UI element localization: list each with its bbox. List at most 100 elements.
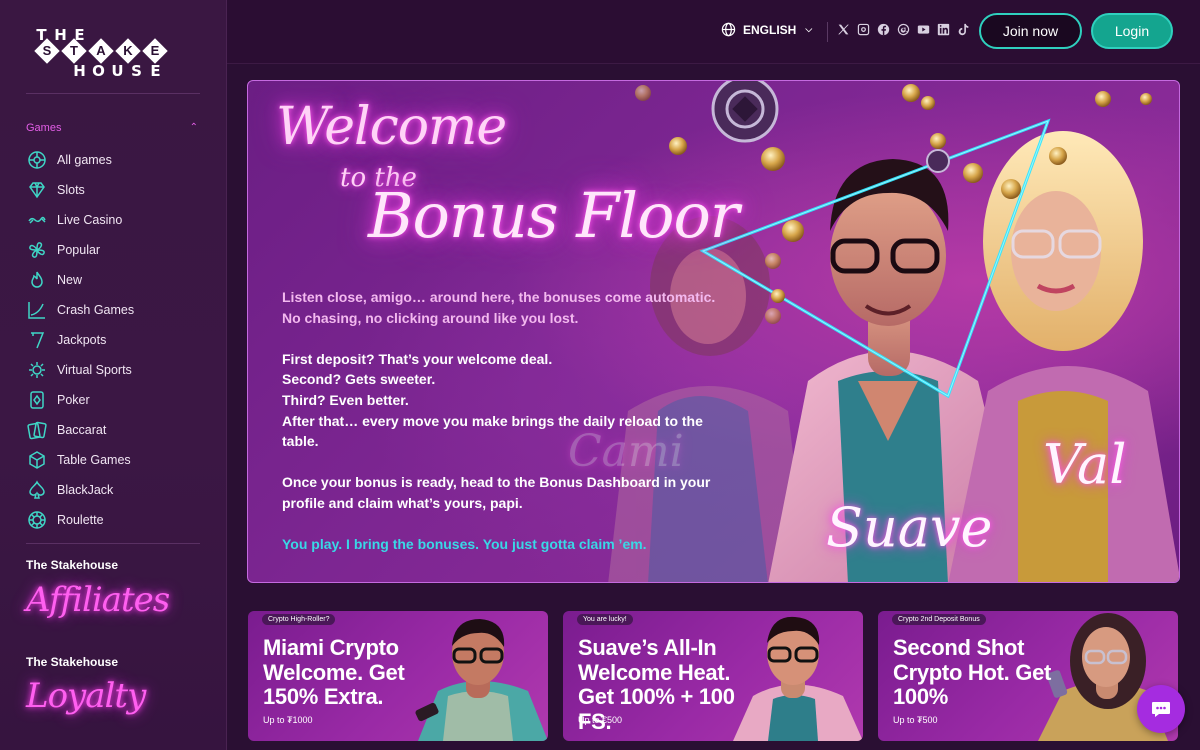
sidebar-item-roulette[interactable]: Roulette bbox=[26, 505, 206, 535]
sidebar-item-live-casino[interactable]: Live Casino bbox=[26, 205, 206, 235]
sidebar-item-label: New bbox=[57, 273, 83, 287]
promo-subtext: Up to ₮1000 bbox=[263, 715, 313, 725]
sidebar-item-jackpots[interactable]: Jackpots bbox=[26, 325, 206, 355]
hero-line: First deposit? That’s your welcome deal. bbox=[282, 350, 553, 367]
hero-line: No chasing, no clicking around like you … bbox=[282, 309, 579, 326]
sidebar-item-label: Jackpots bbox=[57, 333, 107, 347]
sidebar-item-new[interactable]: New bbox=[26, 265, 206, 295]
promo-tag: You are lucky! bbox=[577, 614, 633, 625]
instagram-icon[interactable] bbox=[857, 23, 870, 36]
sidebar-item-label: Poker bbox=[57, 393, 90, 407]
flame-icon bbox=[26, 270, 47, 291]
logo-diamond: K bbox=[115, 38, 141, 64]
join-now-button[interactable]: Join now bbox=[979, 13, 1082, 49]
sidebar-item-all-games[interactable]: All games bbox=[26, 145, 206, 175]
promo-tag: Crypto 2nd Deposit Bonus bbox=[892, 614, 986, 625]
promo-card-suave-all-in[interactable]: You are lucky! Suave’s All-In Welcome He… bbox=[563, 611, 863, 741]
sidebar-divider bbox=[26, 93, 200, 94]
sidebar-item-poker[interactable]: Poker bbox=[26, 385, 206, 415]
signature-val: Val bbox=[1043, 433, 1127, 496]
hero-line: Listen close, amigo… around here, the bo… bbox=[282, 289, 716, 305]
sidebar: T H E S T A K E H O U S E Games ⌃ All ga… bbox=[0, 0, 227, 750]
promo-headline: Miami Crypto Welcome. Get 150% Extra. bbox=[263, 635, 405, 709]
logo-diamond: A bbox=[88, 38, 114, 64]
language-label: ENGLISH bbox=[743, 22, 797, 37]
logo-letter: E bbox=[150, 62, 161, 80]
bonus-floor-hero: Welcome to the Bonus Floor Listen close,… bbox=[247, 80, 1180, 583]
crash-chart-icon bbox=[26, 300, 47, 321]
stakehouse-logo[interactable]: T H E S T A K E H O U S E bbox=[30, 26, 185, 82]
sidebar-item-label: Roulette bbox=[57, 513, 104, 527]
chevron-up-icon: ⌃ bbox=[189, 122, 198, 133]
sidebar-item-blackjack[interactable]: BlackJack bbox=[26, 475, 206, 505]
spade-icon bbox=[26, 480, 47, 501]
promo-cards: Crypto High-Roller? Miami Crypto Welcome… bbox=[248, 611, 1180, 741]
all-games-icon bbox=[26, 150, 47, 171]
globe-icon bbox=[721, 22, 736, 37]
affiliates-link[interactable]: Affiliates bbox=[26, 580, 170, 620]
sidebar-item-baccarat[interactable]: Baccarat bbox=[26, 415, 206, 445]
sidebar-item-label: Slots bbox=[57, 183, 85, 197]
loyalty-link[interactable]: Loyalty bbox=[26, 676, 146, 716]
chevron-down-icon: ⌵ bbox=[805, 24, 813, 34]
promo-card-second-shot[interactable]: Crypto 2nd Deposit Bonus Second Shot Cry… bbox=[878, 611, 1178, 741]
hero-title-bonus-floor: Bonus Floor bbox=[368, 179, 739, 252]
promo-tag: Crypto High-Roller? bbox=[262, 614, 336, 625]
signature-cami: Cami bbox=[568, 426, 684, 477]
sidebar-item-label: BlackJack bbox=[57, 483, 114, 497]
sidebar-item-label: All games bbox=[57, 153, 112, 167]
games-section-toggle[interactable]: Games ⌃ bbox=[26, 122, 198, 134]
logo-letter: H bbox=[73, 62, 86, 80]
youtube-icon[interactable] bbox=[917, 23, 930, 36]
sidebar-item-slots[interactable]: Slots bbox=[26, 175, 206, 205]
sidebar-item-label: Table Games bbox=[57, 453, 131, 467]
diamond-icon bbox=[26, 180, 47, 201]
sidebar-item-popular[interactable]: Popular bbox=[26, 235, 206, 265]
sidebar-item-label: Popular bbox=[57, 243, 101, 257]
logo-diamond: T bbox=[61, 38, 87, 64]
chat-bubble-icon bbox=[1152, 702, 1170, 717]
signature-suave: Suave bbox=[826, 496, 993, 559]
promo-subtext: Up to ₮500 bbox=[893, 715, 938, 725]
seven-icon bbox=[26, 330, 47, 351]
promo-headline: Second Shot Crypto Hot. Get 100% bbox=[893, 635, 1052, 709]
logo-diamonds: S T A K E bbox=[34, 38, 168, 64]
sidebar-item-label: Live Casino bbox=[57, 213, 123, 227]
hero-line: Once your bonus is ready, head to the Bo… bbox=[282, 474, 711, 511]
sidebar-divider bbox=[26, 543, 200, 544]
facebook-icon[interactable] bbox=[877, 23, 890, 36]
tiktok-icon[interactable] bbox=[957, 23, 970, 36]
games-section-title: Games bbox=[26, 122, 62, 134]
sidebar-item-label: Baccarat bbox=[57, 423, 107, 437]
hero-closing-line: You play. I bring the bonuses. You just … bbox=[282, 536, 647, 553]
hero-line: Third? Even better. bbox=[282, 391, 409, 408]
promo-card-miami-crypto[interactable]: Crypto High-Roller? Miami Crypto Welcome… bbox=[248, 611, 548, 741]
x-icon[interactable] bbox=[837, 23, 850, 36]
cards-icon bbox=[26, 420, 47, 441]
hero-line: Second? Gets sweeter. bbox=[282, 371, 436, 388]
games-nav: All games Slots Live Casino Popular New bbox=[26, 145, 206, 535]
live-chat-button[interactable] bbox=[1137, 685, 1185, 733]
poker-card-icon bbox=[26, 390, 47, 411]
live-casino-icon bbox=[26, 210, 47, 231]
popular-icon bbox=[26, 240, 47, 261]
sidebar-item-crash-games[interactable]: Crash Games bbox=[26, 295, 206, 325]
language-selector[interactable]: ENGLISH ⌵ bbox=[721, 22, 812, 37]
dice-icon bbox=[26, 450, 47, 471]
linkedin-icon[interactable] bbox=[937, 23, 950, 36]
login-button[interactable]: Login bbox=[1091, 13, 1173, 49]
hero-message: Listen close, amigo… around here, the bo… bbox=[282, 287, 722, 555]
sidebar-item-label: Crash Games bbox=[57, 303, 135, 317]
affiliates-title: The Stakehouse bbox=[26, 558, 119, 572]
promo-subtext: Up to €500 bbox=[578, 715, 623, 725]
hero-title-welcome: Welcome bbox=[276, 97, 507, 157]
logo-letter: O bbox=[92, 62, 105, 80]
loyalty-title: The Stakehouse bbox=[26, 655, 119, 669]
roulette-icon bbox=[26, 510, 47, 531]
sidebar-item-table-games[interactable]: Table Games bbox=[26, 445, 206, 475]
threads-icon[interactable] bbox=[897, 23, 910, 36]
sidebar-item-virtual-sports[interactable]: Virtual Sports bbox=[26, 355, 206, 385]
sidebar-item-label: Virtual Sports bbox=[57, 363, 132, 377]
logo-diamond: E bbox=[142, 38, 168, 64]
virtual-sports-icon bbox=[26, 360, 47, 381]
